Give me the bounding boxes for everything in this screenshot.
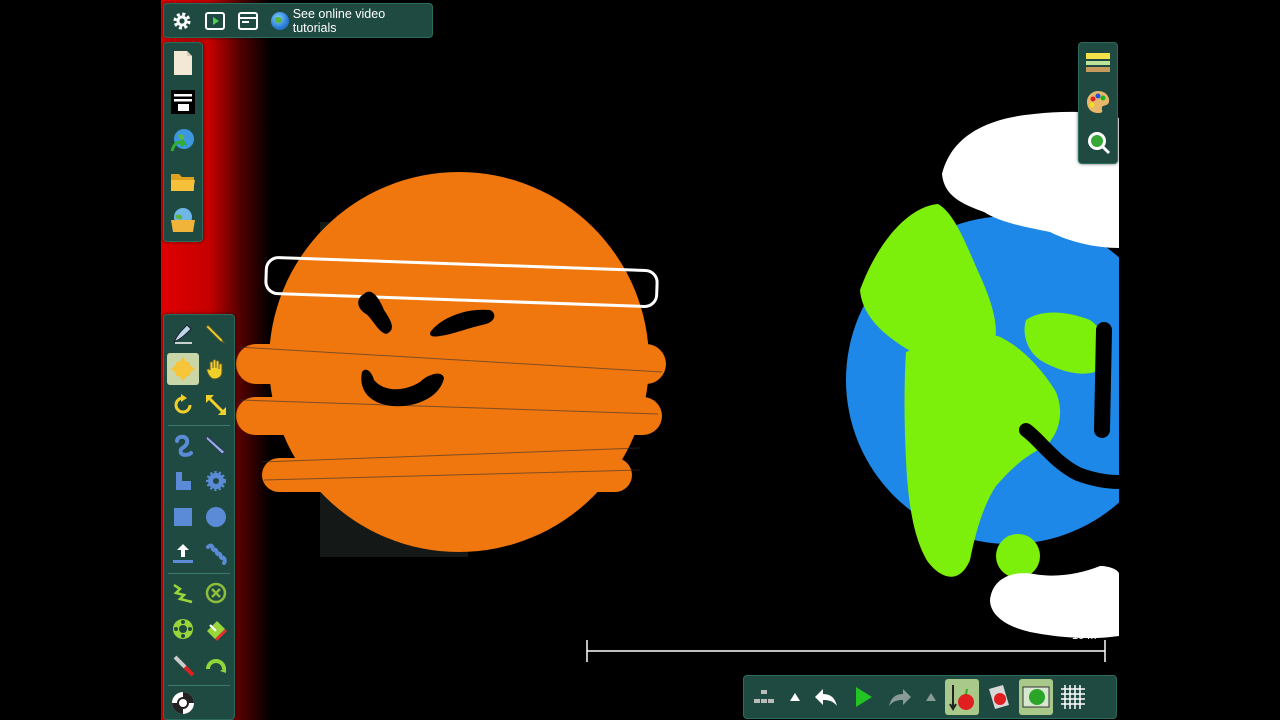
window-icon[interactable] [233, 6, 263, 36]
bottom-toolbar [743, 675, 1117, 719]
tree-view-icon[interactable] [747, 679, 781, 715]
chain-tool-icon[interactable] [167, 465, 199, 497]
layout-icon[interactable] [166, 85, 200, 119]
wheel-tool-icon[interactable] [167, 613, 199, 645]
drag-hand-icon[interactable] [200, 353, 232, 385]
right-toolbar [1078, 42, 1118, 164]
orange-band-2 [236, 397, 662, 435]
rope-tool-icon[interactable] [167, 429, 199, 461]
earth-cloud-bottom [990, 566, 1119, 639]
hinge-tool-icon[interactable] [200, 649, 232, 681]
scale-bar-label: 10 m [1072, 630, 1097, 642]
air-friction-icon[interactable] [982, 679, 1016, 715]
box-tool-icon[interactable] [167, 501, 199, 533]
undo-icon[interactable] [809, 679, 843, 715]
scale-tool-icon[interactable] [200, 389, 232, 421]
scene-drawing [236, 111, 1119, 662]
open-online-icon[interactable] [166, 123, 200, 157]
up-arrow-icon[interactable] [920, 679, 942, 715]
settings-gear-icon[interactable] [167, 6, 197, 36]
online-tutorials-link[interactable]: See online video tutorials [270, 6, 432, 35]
gear-tool-icon[interactable] [200, 465, 232, 497]
zigzag-tool-icon[interactable] [167, 577, 199, 609]
layers-icon[interactable] [1081, 45, 1115, 79]
plane-tool-icon[interactable] [167, 537, 199, 569]
save-scene-icon[interactable] [166, 203, 200, 237]
up-arrow-icon[interactable] [784, 679, 806, 715]
spring-tool-icon[interactable] [200, 537, 232, 569]
tracer-tool-icon[interactable] [167, 687, 199, 719]
palette-icon[interactable] [1081, 85, 1115, 119]
laser-tool-icon[interactable] [167, 649, 199, 681]
tools-separator [168, 425, 230, 426]
circle-tool-icon[interactable] [200, 501, 232, 533]
background-icon[interactable] [1019, 679, 1053, 715]
earth-island [996, 534, 1040, 578]
move-tool-icon[interactable] [167, 353, 199, 385]
new-scene-icon[interactable] [166, 46, 200, 80]
eraser-tool-icon[interactable] [200, 613, 232, 645]
play-icon[interactable] [846, 679, 880, 715]
knife-tool-icon[interactable] [200, 429, 232, 461]
earth-eye [1094, 322, 1112, 438]
gravity-icon[interactable] [945, 679, 979, 715]
brush-tool-icon[interactable] [200, 317, 232, 349]
fixate-tool-icon[interactable] [200, 577, 232, 609]
file-toolbar [163, 42, 203, 242]
globe-icon [270, 11, 289, 30]
top-toolbar: See online video tutorials [163, 3, 433, 38]
tools-palette [163, 314, 235, 720]
rotate-tool-icon[interactable] [167, 389, 199, 421]
open-folder-icon[interactable] [166, 165, 200, 199]
orange-band-1 [236, 344, 666, 384]
sketch-tool-icon[interactable] [167, 317, 199, 349]
online-tutorials-label: See online video tutorials [292, 6, 386, 35]
redo-icon[interactable] [883, 679, 917, 715]
play-mode-icon[interactable] [200, 6, 230, 36]
simulation-canvas[interactable] [161, 0, 1119, 720]
zoom-icon[interactable] [1081, 125, 1115, 159]
grid-icon[interactable] [1056, 679, 1090, 715]
tools-separator [168, 573, 230, 574]
tools-separator [168, 685, 230, 686]
